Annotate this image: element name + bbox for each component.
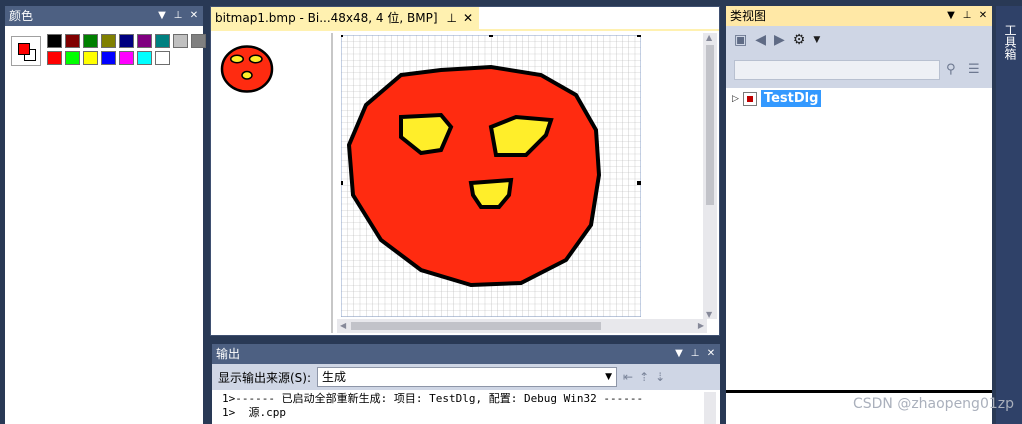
close-icon[interactable]: ✕ <box>463 7 473 29</box>
output-toolbar: 显示输出来源(S): 生成 ▼ ⇤ ⇡ ⇣ <box>212 364 720 390</box>
output-line: 1>------ 已启动全部重新生成: 项目: TestDlg, 配置: Deb… <box>222 392 644 405</box>
search-icon[interactable]: ⚲ <box>946 62 956 77</box>
chevron-down-icon[interactable]: ▼ <box>605 368 612 386</box>
horizontal-scrollbar-thumb[interactable] <box>351 322 601 330</box>
color-swatch[interactable] <box>47 51 62 65</box>
color-swatch[interactable] <box>137 51 152 65</box>
output-panel: 输出 ▼ ⊥ ✕ 显示输出来源(S): 生成 ▼ ⇤ ⇡ ⇣ 1>------ … <box>212 344 720 424</box>
scroll-up-icon[interactable]: ▲ <box>706 33 712 42</box>
color-swatch[interactable] <box>119 51 134 65</box>
output-source-label: 显示输出来源(S): <box>218 370 312 385</box>
gear-icon[interactable]: ⚙ <box>793 32 806 48</box>
chevron-down-icon[interactable]: ▼ <box>707 11 715 22</box>
color-swatch[interactable] <box>137 34 152 48</box>
tab-underline <box>211 29 719 31</box>
toolbox-side-tab[interactable]: 工具箱 <box>996 6 1022 424</box>
pixel-grid-canvas[interactable] <box>341 35 641 317</box>
color-swatch[interactable] <box>155 51 170 65</box>
tree-item-testdlg[interactable]: ▷ TestDlg <box>732 90 822 107</box>
pin-icon[interactable]: ⊥ <box>690 344 700 364</box>
settings-list-icon[interactable]: ☰ <box>968 62 980 77</box>
palette-body <box>5 26 206 424</box>
foreground-color[interactable] <box>18 43 30 55</box>
pixel-canvas-area[interactable] <box>337 33 705 319</box>
color-swatch[interactable] <box>173 34 188 48</box>
color-swatch[interactable] <box>83 51 98 65</box>
color-swatch[interactable] <box>65 51 80 65</box>
vertical-scrollbar-thumb[interactable] <box>706 45 714 205</box>
pin-icon[interactable]: ⊥ <box>173 6 183 26</box>
palette-title: 颜色 <box>9 9 34 23</box>
color-swatch[interactable] <box>119 34 134 48</box>
vertical-scrollbar[interactable]: ▲ ▼ <box>703 33 717 319</box>
close-icon[interactable]: ✕ <box>706 344 716 364</box>
fg-bg-color-selector[interactable] <box>11 36 41 66</box>
output-source-select[interactable]: 生成 ▼ <box>317 367 618 387</box>
color-swatch[interactable] <box>155 34 170 48</box>
classview-title-bar: 类视图 ▼ ⊥ ✕ <box>726 6 992 26</box>
color-swatch[interactable] <box>101 51 116 65</box>
output-line: 1> 源.cpp <box>222 406 286 419</box>
color-swatches <box>47 34 206 65</box>
project-icon <box>742 91 757 106</box>
classview-search-input[interactable] <box>734 60 940 80</box>
scroll-left-icon[interactable]: ◀ <box>340 321 346 330</box>
color-swatch[interactable] <box>101 34 116 48</box>
scroll-right-icon[interactable]: ▶ <box>698 321 704 330</box>
next-message-icon[interactable]: ⇣ <box>655 370 665 384</box>
scroll-down-icon[interactable]: ▼ <box>706 310 712 319</box>
chevron-down-icon[interactable]: ▼ <box>674 344 684 364</box>
classview-search-bar: ⚲ ☰ <box>726 54 992 88</box>
chevron-down-icon[interactable]: ▼ <box>157 6 167 26</box>
expand-icon[interactable]: ▷ <box>732 94 739 104</box>
color-swatch[interactable] <box>83 34 98 48</box>
output-scrollbar[interactable] <box>704 392 716 424</box>
toolbox-label[interactable]: 工具箱 <box>1002 24 1019 60</box>
output-title-bar: 输出 ▼ ⊥ ✕ <box>212 344 720 364</box>
classview-title: 类视图 <box>730 9 767 23</box>
chevron-down-icon[interactable]: ▼ <box>813 35 820 45</box>
preview-image <box>220 45 274 93</box>
close-icon[interactable]: ✕ <box>189 6 199 26</box>
pin-icon[interactable]: ⊥ <box>962 6 972 26</box>
color-swatch[interactable] <box>65 34 80 48</box>
forward-icon[interactable]: ▶ <box>774 32 785 48</box>
divider <box>726 390 992 393</box>
color-swatch[interactable] <box>191 34 206 48</box>
pin-icon[interactable]: ⊥ <box>447 7 457 29</box>
output-source-value: 生成 <box>322 370 347 384</box>
color-palette-panel: 颜色 ▼ ⊥ ✕ <box>5 6 206 424</box>
chevron-down-icon[interactable]: ▼ <box>946 6 956 26</box>
previous-message-icon[interactable]: ⇡ <box>639 370 649 384</box>
color-swatch[interactable] <box>47 34 62 48</box>
output-title: 输出 <box>216 347 241 361</box>
close-icon[interactable]: ✕ <box>978 6 988 26</box>
classview-toolbar: ▣ ◀ ▶ ⚙ ▼ <box>726 26 992 54</box>
new-folder-icon[interactable]: ▣ <box>734 32 747 48</box>
document-tab[interactable]: bitmap1.bmp - Bi...48x48, 4 位, BMP] ⊥ ✕ <box>211 7 479 29</box>
watermark: CSDN @zhaopeng01zp <box>852 396 1014 412</box>
actual-size-preview <box>213 33 333 333</box>
back-icon[interactable]: ◀ <box>755 32 766 48</box>
class-view-panel: 类视图 ▼ ⊥ ✕ ▣ ◀ ▶ ⚙ ▼ ⚲ ☰ ▷ TestDlg <box>726 6 992 424</box>
image-editor-document: bitmap1.bmp - Bi...48x48, 4 位, BMP] ⊥ ✕ … <box>210 6 720 336</box>
output-text: 1>------ 已启动全部重新生成: 项目: TestDlg, 配置: Deb… <box>222 392 643 420</box>
palette-title-bar: 颜色 ▼ ⊥ ✕ <box>5 6 203 26</box>
horizontal-scrollbar[interactable]: ◀ ▶ <box>337 319 707 333</box>
tree-item-label[interactable]: TestDlg <box>760 90 822 107</box>
find-message-icon[interactable]: ⇤ <box>623 370 633 384</box>
document-tab-title: bitmap1.bmp - Bi...48x48, 4 位, BMP] <box>215 11 438 25</box>
